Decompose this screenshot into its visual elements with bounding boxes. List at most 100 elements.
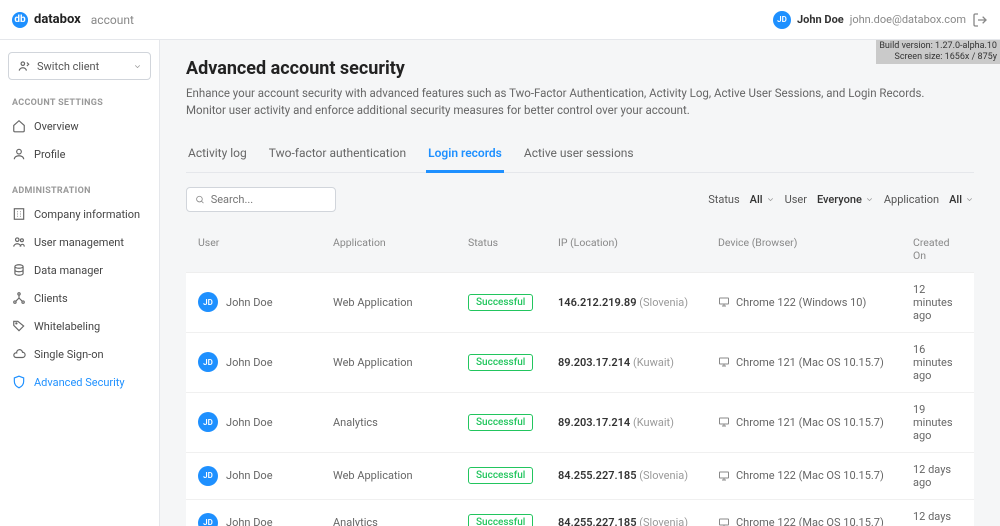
user-area[interactable]: JD John Doe john.doe@databox.com [773, 11, 988, 29]
table-header: User Application Status IP (Location) De… [186, 226, 974, 273]
tab-activity-log[interactable]: Activity log [186, 136, 249, 173]
col-created: Created On [913, 236, 962, 262]
page-description: Enhance your account security with advan… [186, 85, 966, 120]
col-app: Application [333, 236, 468, 262]
status-badge: Successful [468, 414, 533, 431]
chevron-down-icon [865, 195, 874, 204]
chevron-down-icon [965, 195, 974, 204]
brand[interactable]: db databox account [12, 12, 134, 28]
tab-active-sessions[interactable]: Active user sessions [522, 136, 636, 173]
sidebar-item-overview[interactable]: Overview [0, 112, 159, 140]
filter-status-label: Status [708, 193, 739, 206]
search-box[interactable] [186, 187, 336, 212]
user-cell: JDJohn Doe [198, 352, 333, 372]
status-badge: Successful [468, 294, 533, 311]
row-created: 12 days ago [913, 510, 962, 526]
col-device: Device (Browser) [718, 236, 913, 262]
monitor-icon [718, 296, 730, 308]
col-status: Status [468, 236, 558, 262]
row-user-name: John Doe [226, 416, 273, 429]
filter-app-select[interactable]: All [949, 193, 974, 206]
sidebar-item-label: Single Sign-on [34, 348, 104, 361]
row-created: 12 days ago [913, 463, 962, 489]
row-app: Analytics [333, 416, 468, 429]
login-records-table: User Application Status IP (Location) De… [186, 226, 974, 526]
sidebar-item-users[interactable]: User management [0, 228, 159, 256]
row-user-name: John Doe [226, 469, 273, 482]
table-row: JDJohn DoeWeb ApplicationSuccessful84.25… [186, 453, 974, 500]
row-app: Analytics [333, 516, 468, 526]
row-ip: 146.212.219.89 (Slovenia) [558, 296, 718, 309]
row-user-name: John Doe [226, 296, 273, 309]
section-account-settings: ACCOUNT SETTINGS [0, 92, 159, 112]
filter-user-select[interactable]: Everyone [817, 193, 874, 206]
row-ip: 89.203.17.214 (Kuwait) [558, 416, 718, 429]
row-device: Chrome 121 (Mac OS 10.15.7) [718, 416, 913, 429]
row-device: Chrome 122 (Windows 10) [718, 296, 913, 309]
row-app: Web Application [333, 356, 468, 369]
status-badge: Successful [468, 354, 533, 371]
sidebar-item-label: Clients [34, 292, 68, 305]
page-title: Advanced account security [186, 58, 974, 79]
row-ip: 89.203.17.214 (Kuwait) [558, 356, 718, 369]
filters-bar: Status All User Everyone Application All [186, 187, 974, 212]
user-icon [12, 147, 26, 161]
row-ip: 84.255.227.185 (Slovenia) [558, 516, 718, 526]
topbar: db databox account JD John Doe john.doe@… [0, 0, 1000, 40]
sidebar-item-profile[interactable]: Profile [0, 140, 159, 168]
sidebar-item-whitelabel[interactable]: Whitelabeling [0, 312, 159, 340]
row-created: 16 minutes ago [913, 343, 962, 382]
row-device: Chrome 122 (Mac OS 10.15.7) [718, 469, 913, 482]
user-cell: JDJohn Doe [198, 292, 333, 312]
col-ip: IP (Location) [558, 236, 718, 262]
sidebar-item-label: Advanced Security [34, 376, 125, 389]
monitor-icon [718, 356, 730, 368]
tag-icon [12, 319, 26, 333]
sidebar-item-label: Whitelabeling [34, 320, 100, 333]
row-device: Chrome 121 (Mac OS 10.15.7) [718, 356, 913, 369]
home-icon [12, 119, 26, 133]
sidebar-item-clients[interactable]: Clients [0, 284, 159, 312]
chevron-down-icon [133, 62, 142, 71]
database-icon [12, 263, 26, 277]
sidebar-item-sso[interactable]: Single Sign-on [0, 340, 159, 368]
logout-icon[interactable] [972, 12, 988, 28]
table-row: JDJohn DoeWeb ApplicationSuccessful 146.2… [186, 273, 974, 333]
sidebar-item-company[interactable]: Company information [0, 200, 159, 228]
sidebar-item-label: User management [34, 236, 124, 249]
shield-icon [12, 375, 26, 389]
monitor-icon [718, 517, 730, 526]
monitor-icon [718, 416, 730, 428]
row-app: Web Application [333, 296, 468, 309]
user-avatar-icon: JD [773, 11, 791, 29]
cloud-icon [12, 347, 26, 361]
search-input[interactable] [211, 193, 327, 206]
main-content: Build version: 1.27.0-alpha.10 Screen si… [160, 40, 1000, 526]
switch-client-button[interactable]: Switch client [8, 52, 151, 80]
tab-login-records[interactable]: Login records [426, 136, 504, 173]
sidebar-item-data[interactable]: Data manager [0, 256, 159, 284]
network-icon [12, 291, 26, 305]
monitor-icon [718, 470, 730, 482]
sidebar-item-label: Company information [34, 208, 140, 221]
sidebar-item-security[interactable]: Advanced Security [0, 368, 159, 396]
user-cell: JDJohn Doe [198, 513, 333, 526]
sidebar-item-label: Profile [34, 148, 65, 161]
users-icon [12, 235, 26, 249]
chevron-down-icon [766, 195, 775, 204]
filter-status-select[interactable]: All [750, 193, 775, 206]
sidebar: Switch client ACCOUNT SETTINGS Overview … [0, 40, 160, 526]
table-row: JDJohn DoeAnalyticsSuccessful84.255.227.… [186, 500, 974, 526]
brand-name: databox [34, 12, 81, 27]
col-user: User [198, 236, 333, 262]
user-email: john.doe@databox.com [850, 13, 966, 26]
building-icon [12, 207, 26, 221]
tab-two-factor[interactable]: Two-factor authentication [267, 136, 408, 173]
row-device: Chrome 122 (Mac OS 10.15.7) [718, 516, 913, 526]
status-badge: Successful [468, 467, 533, 484]
search-icon [195, 194, 205, 205]
row-user-name: John Doe [226, 356, 273, 369]
tabs: Activity log Two-factor authentication L… [186, 136, 974, 173]
row-app: Web Application [333, 469, 468, 482]
section-administration: ADMINISTRATION [0, 180, 159, 200]
